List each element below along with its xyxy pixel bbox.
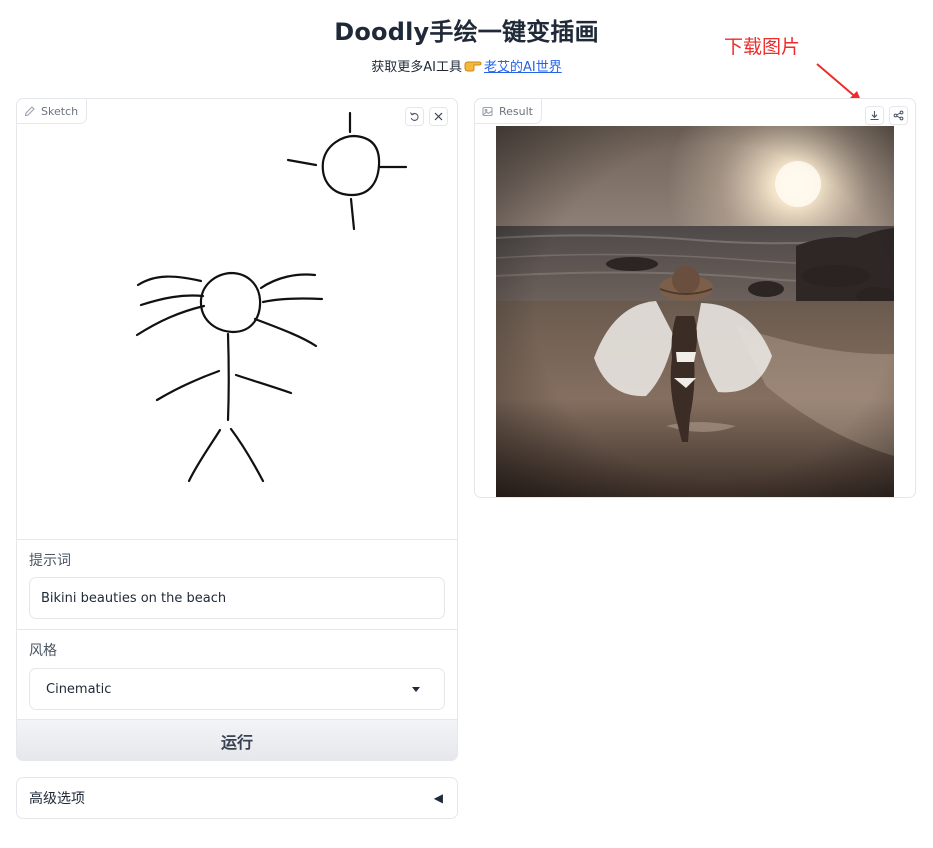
chevron-down-icon [412, 687, 420, 692]
sketch-panel: Sketch 提示词 Bikini beauties on the beach … [16, 98, 458, 761]
sketch-tab-label: Sketch [41, 104, 79, 118]
prompt-input[interactable]: Bikini beauties on the beach [29, 577, 445, 619]
image-icon [482, 106, 493, 116]
run-button[interactable]: 运行 [17, 719, 457, 761]
download-button[interactable] [865, 106, 884, 125]
share-button[interactable] [889, 106, 908, 125]
subtitle-text: 获取更多AI工具 [371, 60, 462, 75]
advanced-options-accordion[interactable]: 高级选项 ◀ [16, 777, 458, 819]
share-icon [893, 110, 904, 121]
result-tab: Result [475, 99, 542, 124]
download-annotation: 下载图片 [724, 36, 801, 58]
style-select-value: Cinematic [46, 681, 112, 697]
sketch-tab: Sketch [17, 99, 88, 124]
advanced-options-label: 高级选项 [29, 791, 85, 807]
undo-icon [410, 112, 419, 121]
prompt-label: 提示词 [29, 553, 71, 569]
style-select[interactable]: Cinematic [29, 668, 445, 710]
result-image [496, 126, 894, 497]
style-label: 风格 [29, 643, 57, 659]
pencil-icon [24, 105, 35, 116]
sketch-canvas[interactable] [17, 99, 457, 539]
download-icon [870, 111, 879, 121]
pointing-hand-icon [464, 59, 482, 77]
author-link[interactable]: 老艾的AI世界 [484, 60, 562, 75]
result-panel: Result [474, 98, 916, 498]
close-icon [434, 112, 443, 121]
divider [17, 539, 457, 540]
undo-button[interactable] [405, 107, 424, 126]
divider [17, 629, 457, 630]
page-subtitle: 获取更多AI工具 老艾的AI世界 [0, 56, 933, 77]
clear-button[interactable] [429, 107, 448, 126]
result-tab-label: Result [499, 104, 533, 118]
collapse-triangle-icon: ◀ [433, 791, 443, 805]
